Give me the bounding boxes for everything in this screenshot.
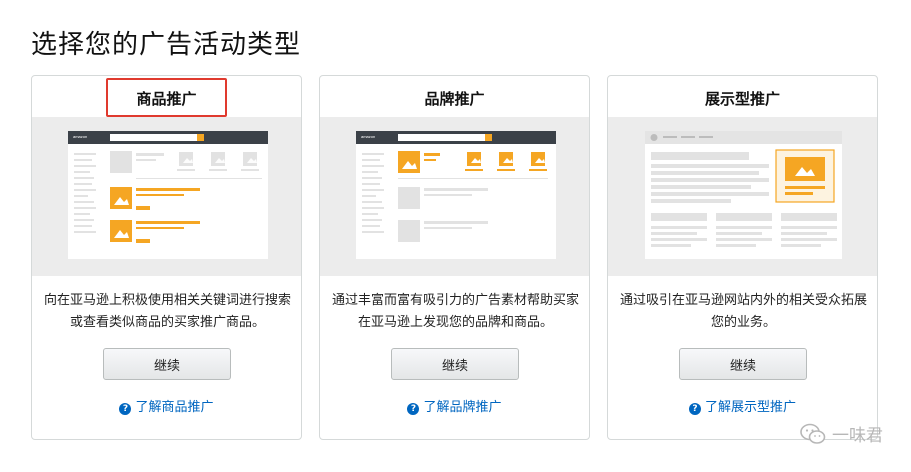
preview-illustration: amazon xyxy=(32,117,301,276)
learn-more-link[interactable]: ? 了解商品推广 xyxy=(32,396,301,415)
svg-text:amazon: amazon xyxy=(73,134,87,139)
preview-illustration xyxy=(608,117,877,276)
help-icon: ? xyxy=(407,403,420,415)
page-title: 选择您的广告活动类型 xyxy=(31,30,302,60)
watermark-text: 一味君 xyxy=(832,426,883,446)
campaign-card-sponsored-brands[interactable]: 品牌推广 amazon 通过丰富而富有吸引力的广告素材帮助买家在亚马逊上发现您的… xyxy=(319,75,590,440)
learn-more-link[interactable]: ? 了解品牌推广 xyxy=(320,396,589,415)
campaign-card-sponsored-display[interactable]: 展示型推广 通过吸引在亚马逊网站内外的相关受众拓展您的业务。 继续 ? 了解展示… xyxy=(607,75,878,440)
preview-illustration: amazon xyxy=(320,117,589,276)
svg-text:amazon: amazon xyxy=(361,134,375,139)
card-title: 品牌推广 xyxy=(424,90,485,108)
watermark: 一味君 xyxy=(800,421,883,446)
learn-more-label[interactable]: 了解商品推广 xyxy=(135,400,213,415)
wechat-icon xyxy=(800,423,826,444)
sponsored-brands-preview-image: amazon xyxy=(356,131,556,259)
help-icon: ? xyxy=(688,403,701,415)
card-title: 展示型推广 xyxy=(704,90,780,108)
learn-more-link[interactable]: ? 了解展示型推广 xyxy=(608,396,877,415)
learn-more-label[interactable]: 了解展示型推广 xyxy=(705,400,796,415)
help-icon: ? xyxy=(119,403,132,415)
continue-button[interactable]: 继续 xyxy=(679,348,807,380)
card-title: 商品推广 xyxy=(106,78,227,117)
card-description: 通过丰富而富有吸引力的广告素材帮助买家在亚马逊上发现您的品牌和商品。 xyxy=(331,293,579,330)
learn-more-label[interactable]: 了解品牌推广 xyxy=(423,400,501,415)
card-description: 通过吸引在亚马逊网站内外的相关受众拓展您的业务。 xyxy=(619,293,867,330)
campaign-card-sponsored-products[interactable]: 商品推广 amazon 向在亚马逊上积极使用相关关键词进行搜索或查看类似商品的买… xyxy=(31,75,302,440)
card-description: 向在亚马逊上积极使用相关关键词进行搜索或查看类似商品的买家推广商品。 xyxy=(43,293,291,330)
continue-button[interactable]: 继续 xyxy=(103,348,231,380)
sponsored-display-preview-image xyxy=(645,131,842,259)
sponsored-products-preview-image: amazon xyxy=(68,131,268,259)
continue-button[interactable]: 继续 xyxy=(391,348,519,380)
